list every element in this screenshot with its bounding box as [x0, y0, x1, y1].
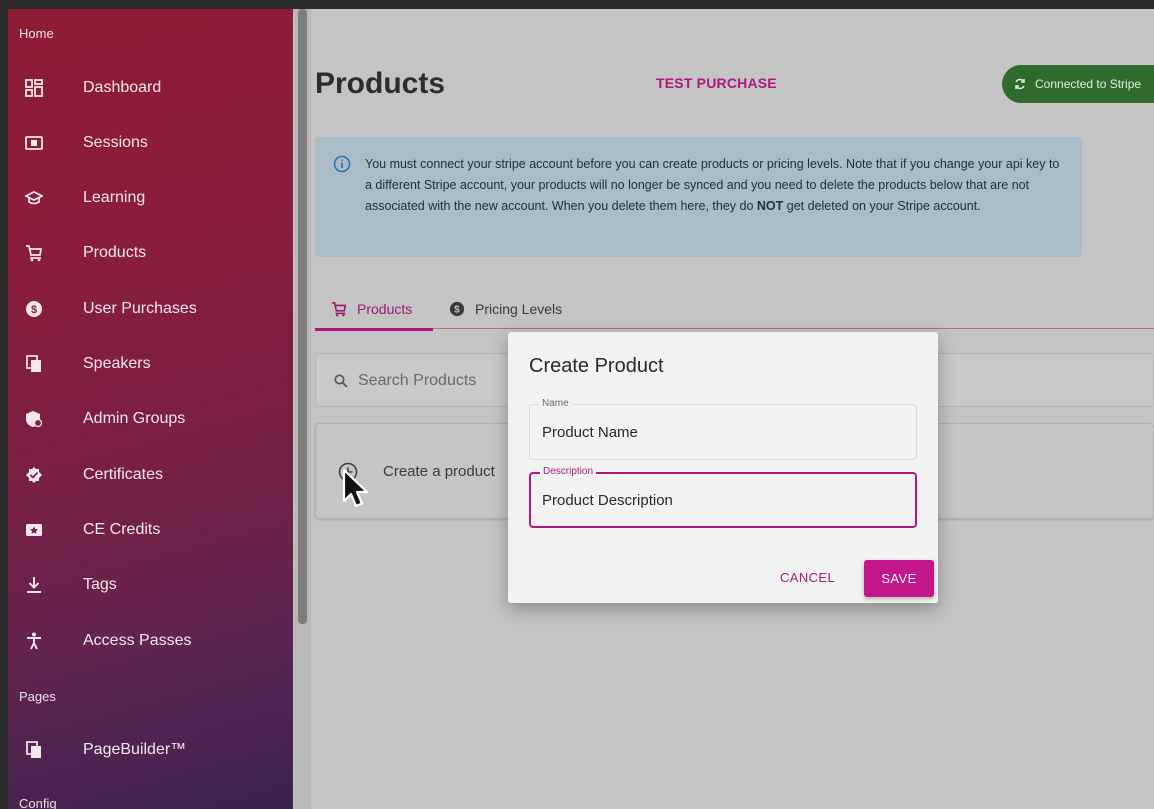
sidebar-item-user-purchases[interactable]: $ User Purchases	[8, 289, 293, 329]
sidebar-item-label: Access Passes	[83, 632, 192, 649]
sidebar-item-label: PageBuilder™	[83, 741, 187, 758]
cart-icon	[24, 243, 44, 263]
sidebar-item-products[interactable]: Products	[8, 233, 293, 273]
sidebar-section-pages: Pages	[19, 689, 56, 704]
dashboard-icon	[24, 78, 44, 98]
accessibility-icon	[24, 631, 44, 651]
dollar-icon: $	[449, 301, 465, 317]
cart-icon	[331, 301, 347, 317]
search-icon	[334, 374, 348, 388]
admin-groups-icon	[24, 409, 44, 429]
sidebar-item-label: Admin Groups	[83, 410, 186, 427]
sidebar-item-label: Dashboard	[83, 79, 162, 96]
name-field: Name	[529, 398, 917, 460]
tab-label: Pricing Levels	[475, 301, 563, 317]
tags-icon	[24, 575, 44, 595]
alert-message: You must connect your stripe account bef…	[365, 154, 1065, 217]
sidebar-item-label: Learning	[83, 189, 146, 206]
stripe-info-alert: You must connect your stripe account bef…	[315, 137, 1082, 257]
description-input[interactable]	[542, 489, 902, 511]
create-product-label: Create a product	[383, 463, 495, 480]
alert-text-bold: NOT	[756, 199, 784, 213]
tabs: Products $ Pricing Levels	[315, 289, 1154, 331]
stripe-status-badge[interactable]: Connected to Stripe	[1002, 65, 1154, 103]
sidebar-scrollbar[interactable]	[298, 9, 307, 624]
cancel-button[interactable]: CANCEL	[780, 570, 835, 585]
stripe-status-label: Connected to Stripe	[1035, 77, 1142, 91]
app-frame: Home Dashboard Sessions Learning Product…	[8, 9, 1154, 809]
tab-pricing-levels[interactable]: $ Pricing Levels	[449, 289, 562, 329]
sidebar-item-label: Sessions	[83, 134, 148, 151]
ce-credits-icon	[24, 520, 44, 540]
name-field-label: Name	[539, 398, 572, 409]
dollar-icon: $	[24, 299, 44, 319]
description-field: Description	[529, 466, 917, 528]
sidebar-item-pagebuilder[interactable]: PageBuilder™	[8, 730, 293, 770]
sidebar-item-learning[interactable]: Learning	[8, 178, 293, 218]
save-button[interactable]: SAVE	[864, 560, 934, 597]
create-product-dialog: Create Product Name Description CANCEL S…	[508, 332, 938, 603]
sidebar-item-label: Speakers	[83, 355, 151, 372]
sidebar-item-certificates[interactable]: Certificates	[8, 455, 293, 495]
sidebar-item-label: Products	[83, 244, 147, 261]
dialog-title: Create Product	[529, 355, 664, 377]
sidebar-section-config: Config	[19, 796, 57, 809]
sidebar-section-home: Home	[19, 26, 54, 41]
refresh-icon	[1015, 78, 1025, 90]
sidebar-item-label: Certificates	[83, 466, 164, 483]
svg-text:$: $	[31, 304, 37, 316]
description-field-label: Description	[540, 466, 597, 477]
pagebuilder-icon	[24, 740, 44, 760]
sidebar-item-tags[interactable]: Tags	[8, 565, 293, 605]
sessions-icon	[24, 133, 44, 153]
mouse-cursor-icon	[342, 468, 369, 508]
sidebar-item-dashboard[interactable]: Dashboard	[8, 68, 293, 108]
sidebar-item-access-passes[interactable]: Access Passes	[8, 621, 293, 661]
test-purchase-button[interactable]: TEST PURCHASE	[656, 75, 777, 91]
info-icon	[333, 155, 351, 173]
sidebar-item-ce-credits[interactable]: CE Credits	[8, 510, 293, 550]
sidebar-item-sessions[interactable]: Sessions	[8, 123, 293, 163]
certificate-icon	[24, 465, 44, 485]
learning-icon	[24, 188, 44, 208]
sidebar-item-speakers[interactable]: Speakers	[8, 344, 293, 384]
svg-text:$: $	[454, 305, 460, 316]
page-title: Products	[315, 67, 446, 100]
tab-label: Products	[357, 301, 413, 317]
sidebar-item-label: User Purchases	[83, 300, 197, 317]
sidebar-item-label: Tags	[83, 576, 117, 593]
speakers-icon	[24, 354, 44, 374]
sidebar: Home Dashboard Sessions Learning Product…	[8, 9, 293, 809]
sidebar-item-admin-groups[interactable]: Admin Groups	[8, 399, 293, 439]
name-input[interactable]	[542, 421, 902, 443]
alert-text-end: get deleted on your Stripe account.	[783, 199, 981, 213]
sidebar-item-label: CE Credits	[83, 521, 161, 538]
tab-products[interactable]: Products	[315, 289, 433, 331]
